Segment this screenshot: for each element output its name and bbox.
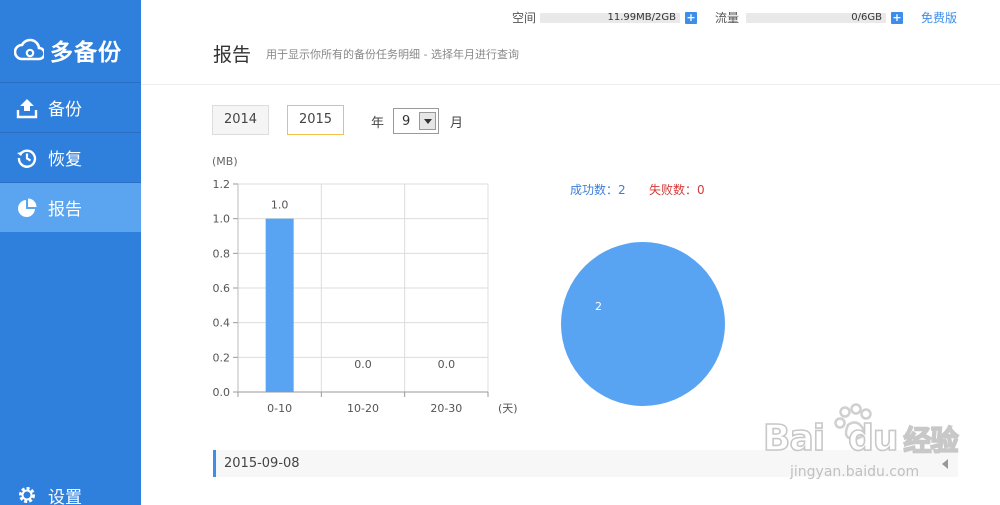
bar-chart: (MB) 0.0 0.2 0.4 0.6 0.8 1.0 1.2 1.0 0-10 0.0 10-20… (212, 155, 518, 415)
add-space-button[interactable]: + (685, 12, 697, 24)
data-label: 0.0 (354, 358, 372, 371)
record-row[interactable]: 2015-09-08 (213, 450, 958, 477)
traffic-value: 0/6GB (851, 12, 882, 23)
app-logo[interactable]: 多备份 (14, 32, 134, 68)
y-tick-label: 0.2 (213, 351, 231, 364)
month-suffix: 月 (450, 116, 464, 131)
space-value: 11.99MB/2GB (607, 12, 676, 23)
add-traffic-button[interactable]: + (891, 12, 903, 24)
y-tick-label: 1.2 (213, 178, 231, 191)
logo-text: 多备份 (50, 40, 122, 66)
record-date: 2015-09-08 (224, 456, 300, 471)
month-value: 9 (402, 114, 411, 129)
page-title: 报告 (213, 44, 252, 66)
legend-success: 成功数：2 (570, 183, 626, 197)
sidebar-item-restore[interactable]: 恢复 (0, 132, 141, 182)
chevron-down-icon[interactable] (419, 112, 436, 130)
sidebar-item-label: 备份 (48, 100, 82, 120)
free-plan-link[interactable]: 免费版 (921, 9, 957, 26)
y-tick-label: 1.0 (213, 213, 231, 226)
pie-chart-icon (18, 198, 37, 217)
sidebar: 多备份 备份 恢复 报告 设置 (0, 0, 141, 505)
sidebar-item-report[interactable]: 报告 (0, 182, 141, 232)
year-2014-button[interactable]: 2014 (212, 105, 269, 135)
expand-arrow-icon[interactable] (942, 459, 948, 469)
data-label: 1.0 (271, 199, 289, 212)
y-axis-unit-label: (MB) (212, 155, 238, 168)
space-quota-bar: 11.99MB/2GB (540, 13, 680, 23)
pie-slice-label: 2 (595, 300, 602, 313)
space-label: 空间 (512, 11, 537, 25)
year-2015-button[interactable]: 2015 (287, 105, 344, 135)
y-tick-label: 0.4 (213, 317, 231, 330)
month-select[interactable]: 9 (393, 108, 439, 134)
gear-icon (19, 487, 35, 503)
history-icon (17, 149, 37, 168)
bar-0-10 (265, 218, 294, 392)
x-axis-unit-label: (天) (498, 402, 518, 415)
legend-failure: 失败数：0 (649, 183, 705, 197)
cloud-icon (14, 38, 44, 61)
header-divider (141, 84, 1000, 85)
sidebar-item-settings[interactable]: 设置 (0, 480, 141, 505)
x-tick-label: 0-10 (267, 402, 292, 415)
x-tick-label: 20-30 (430, 402, 462, 415)
y-tick-label: 0.0 (213, 386, 231, 399)
upload-icon (16, 98, 38, 118)
sidebar-item-label: 恢复 (48, 150, 82, 170)
y-tick-label: 0.6 (213, 282, 231, 295)
traffic-label: 流量 (715, 11, 740, 25)
x-tick-label: 10-20 (347, 402, 379, 415)
y-tick-label: 0.8 (213, 247, 231, 260)
year-suffix: 年 (371, 116, 385, 131)
data-label: 0.0 (438, 358, 456, 371)
page-subtitle: 用于显示你所有的备份任务明细 - 选择年月进行查询 (266, 48, 519, 61)
sidebar-nav: 备份 恢复 报告 (0, 82, 141, 232)
pie-slice-success (561, 242, 725, 406)
pie-chart: 2 (561, 242, 725, 406)
traffic-quota-bar: 0/6GB (746, 13, 886, 23)
sidebar-item-backup[interactable]: 备份 (0, 82, 141, 132)
sidebar-item-label: 报告 (48, 200, 82, 220)
settings-label: 设置 (48, 487, 82, 505)
